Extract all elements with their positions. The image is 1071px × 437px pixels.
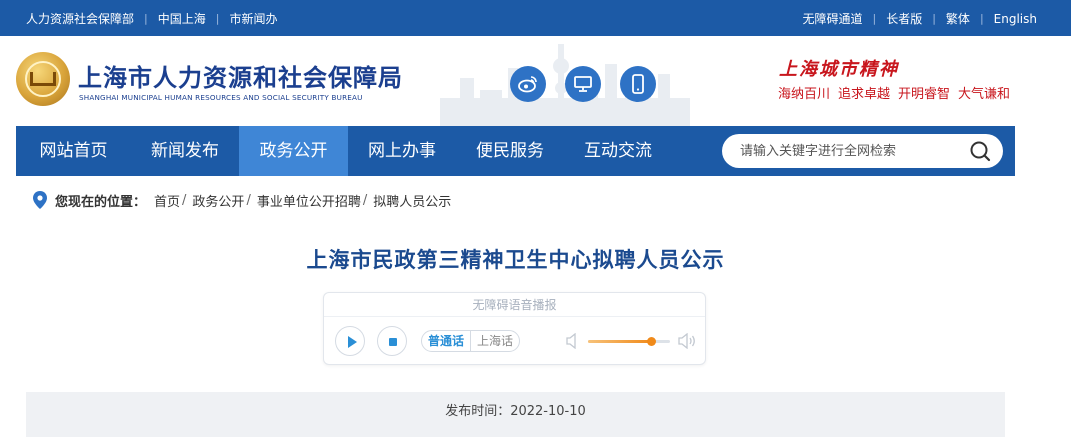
link-english[interactable]: English [994,12,1037,26]
stop-button[interactable] [377,326,407,356]
nav-interaction[interactable]: 互动交流 [564,126,672,176]
search-box [722,134,1003,168]
nav-home[interactable]: 网站首页 [16,126,131,176]
volume-fill [588,340,652,343]
breadcrumb-separator: / [362,192,368,208]
divider: | [215,12,220,25]
top-utility-bar: 人力资源社会保障部 | 中国上海 | 市新闻办 无障碍通道 | 长者版 | 繁体… [0,0,1071,36]
breadcrumb-public-recruitment[interactable]: 事业单位公开招聘 [257,191,361,210]
player-header: 无障碍语音播报 [324,293,705,317]
city-spirit-title: 上海城市精神 [779,59,899,80]
link-traditional-chinese[interactable]: 繁体 [946,10,970,27]
publish-time: 发布时间：2022-10-10 [26,392,1005,437]
volume-knob[interactable] [647,337,657,346]
breadcrumb-government-affairs[interactable]: 政务公开 [192,191,244,210]
location-pin-icon [33,191,47,209]
nav-convenience-services[interactable]: 便民服务 [456,126,564,176]
nav-news[interactable]: 新闻发布 [131,126,239,176]
stop-icon [389,338,397,346]
dialect-mandarin[interactable]: 普通话 [422,331,472,351]
main-nav: 网站首页 新闻发布 政务公开 网上办事 便民服务 互动交流 [16,126,1015,176]
spirit-item: 开明睿智 [898,87,951,102]
emblem-mark [30,72,56,86]
spirit-item: 海纳百川 [778,87,831,102]
spirit-item: 大气谦和 [958,87,1011,102]
site-title[interactable]: 上海市人力资源和社会保障局 [78,58,403,93]
site-title-english: SHANGHAI MUNICIPAL HUMAN RESOURCES AND S… [79,93,363,102]
divider: | [979,12,984,25]
link-elderly-version[interactable]: 长者版 [886,10,922,27]
play-button[interactable] [335,326,365,356]
weibo-icon [518,76,537,93]
divider: | [932,12,936,25]
link-mohrss[interactable]: 人力资源社会保障部 [26,10,134,27]
mobile-version-button[interactable] [620,66,656,102]
volume-high-icon [678,333,695,349]
voice-broadcast-player: 无障碍语音播报 普通话 上海话 [323,292,706,365]
bureau-emblem-logo[interactable] [16,52,70,106]
volume-low-icon [566,333,576,349]
breadcrumb-separator: / [182,192,187,208]
page-title: 上海市民政第三精神卫生中心拟聘人员公示 [306,248,725,272]
volume-slider[interactable] [588,337,670,346]
nav-online-services[interactable]: 网上办事 [348,126,456,176]
desktop-version-button[interactable] [565,66,601,102]
link-news-office[interactable]: 市新闻办 [229,10,277,27]
play-icon [348,336,357,348]
desktop-icon [574,76,592,92]
divider: | [872,12,877,25]
topbar-left-links: 人力资源社会保障部 | 中国上海 | 市新闻办 [26,10,277,27]
breadcrumb-separator: / [246,192,251,208]
link-china-shanghai[interactable]: 中国上海 [158,10,206,27]
search-icon[interactable] [969,140,991,162]
weibo-button[interactable] [510,66,546,102]
topbar-right-links: 无障碍通道 | 长者版 | 繁体 | English [802,10,1037,27]
dialect-toggle: 普通话 上海话 [421,330,521,352]
breadcrumb-label: 您现在的位置： [55,194,147,210]
mobile-icon [632,74,644,94]
spirit-item: 追求卓越 [838,87,891,102]
dialect-shanghainese[interactable]: 上海话 [471,331,519,351]
city-spirit-slogans: 海纳百川 追求卓越 开明睿智 大气谦和 [778,83,1018,102]
breadcrumb-home[interactable]: 首页 [154,191,180,210]
breadcrumb: 您现在的位置： 首页 / 政务公开 / 事业单位公开招聘 / 拟聘人员公示 [33,190,451,210]
breadcrumb-current[interactable]: 拟聘人员公示 [373,191,451,210]
search-input[interactable] [740,134,960,168]
divider: | [144,12,148,25]
link-accessibility[interactable]: 无障碍通道 [802,10,862,27]
nav-government-affairs[interactable]: 政务公开 [239,126,348,176]
